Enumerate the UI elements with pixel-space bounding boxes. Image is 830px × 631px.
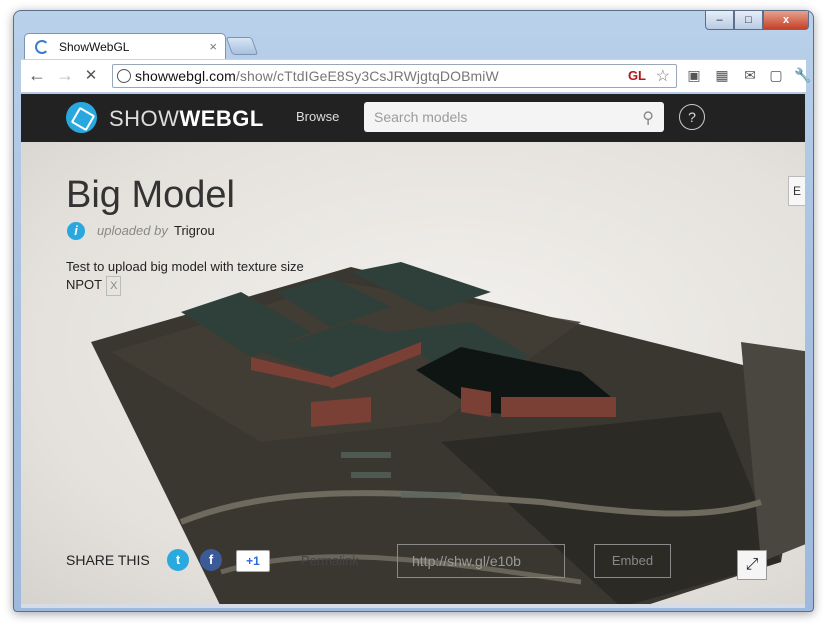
description-text: Test to upload big model with texture si… bbox=[66, 259, 304, 292]
google-plus-one-button[interactable]: +1 bbox=[236, 550, 270, 572]
logo-bold-text: WEBGL bbox=[179, 106, 264, 131]
logo-cube-icon[interactable] bbox=[66, 102, 97, 133]
translate-extension-icon[interactable]: ▣ bbox=[685, 66, 703, 84]
site-logo[interactable]: SHOWWEBGL bbox=[109, 106, 264, 132]
maximize-button[interactable]: □ bbox=[734, 11, 763, 30]
share-label: SHARE THIS bbox=[66, 552, 150, 568]
window-controls: – □ x bbox=[705, 11, 809, 30]
tab-title: ShowWebGL bbox=[59, 40, 130, 54]
url-domain: showwebgl.com bbox=[135, 68, 236, 84]
wrench-menu-icon[interactable]: 🔧 bbox=[794, 66, 812, 84]
fullscreen-icon[interactable]: ⤢ bbox=[737, 550, 767, 580]
facebook-share-icon[interactable]: f bbox=[200, 549, 222, 571]
close-description-button[interactable]: X bbox=[106, 276, 122, 296]
window-bottom-border bbox=[21, 604, 805, 608]
search-placeholder: Search models bbox=[374, 109, 468, 125]
browser-toolbar: ← → ✕ showwebgl.com/show/cTtdIGeE8Sy3CsJ… bbox=[21, 59, 812, 92]
search-icon[interactable]: ⚲ bbox=[642, 108, 654, 128]
new-tab-button[interactable] bbox=[225, 37, 259, 55]
uploaded-by-label: uploaded by bbox=[97, 223, 168, 238]
browser-tab[interactable]: ShowWebGL × bbox=[24, 33, 226, 60]
permalink-label: Permalink bbox=[301, 553, 359, 568]
globe-icon bbox=[117, 69, 131, 83]
screen-capture-extension-icon[interactable]: ▢ bbox=[767, 66, 785, 84]
minimize-button[interactable]: – bbox=[705, 11, 734, 30]
qr-code-extension-icon[interactable]: ▦ bbox=[713, 66, 731, 84]
tab-close-icon[interactable]: × bbox=[209, 39, 217, 54]
webgl-badge[interactable]: GL bbox=[628, 68, 646, 83]
page-viewport: SHOWWEBGL Browse Search models ⚲ ? Big M… bbox=[21, 94, 805, 604]
model-title: Big Model bbox=[66, 174, 235, 216]
stop-icon[interactable]: ✕ bbox=[81, 65, 101, 85]
logo-light-text: SHOW bbox=[109, 106, 180, 131]
permalink-field[interactable]: http://shw.gl/e10b bbox=[397, 544, 565, 578]
model-description: Test to upload big model with texture si… bbox=[66, 258, 306, 296]
loading-icon bbox=[35, 40, 49, 54]
site-navbar: SHOWWEBGL Browse Search models ⚲ ? bbox=[21, 94, 805, 142]
address-bar[interactable]: showwebgl.com/show/cTtdIGeE8Sy3CsJRWjgtq… bbox=[112, 64, 677, 88]
back-icon[interactable]: ← bbox=[27, 65, 47, 85]
forward-icon[interactable]: → bbox=[55, 65, 75, 85]
mail-extension-icon[interactable]: ✉ bbox=[741, 66, 759, 84]
permalink-value: http://shw.gl/e10b bbox=[412, 553, 521, 569]
close-window-button[interactable]: x bbox=[763, 11, 809, 30]
twitter-share-icon[interactable]: t bbox=[167, 549, 189, 571]
uploader-link[interactable]: Trigrou bbox=[174, 223, 215, 238]
url-text: showwebgl.com/show/cTtdIGeE8Sy3CsJRWjgtq… bbox=[135, 68, 499, 84]
help-button[interactable]: ? bbox=[679, 104, 705, 130]
model-viewer-canvas[interactable]: Big Model i uploaded by Trigrou Test to … bbox=[21, 142, 805, 604]
side-panel-button[interactable]: E bbox=[788, 176, 805, 206]
info-icon[interactable]: i bbox=[67, 222, 85, 240]
embed-button[interactable]: Embed bbox=[594, 544, 671, 578]
search-input[interactable]: Search models ⚲ bbox=[364, 102, 664, 132]
bookmark-star-icon[interactable]: ☆ bbox=[656, 66, 670, 86]
browse-link[interactable]: Browse bbox=[296, 109, 339, 124]
url-path: /show/cTtdIGeE8Sy3CsJRWjgtqDOBmiW bbox=[235, 68, 499, 84]
